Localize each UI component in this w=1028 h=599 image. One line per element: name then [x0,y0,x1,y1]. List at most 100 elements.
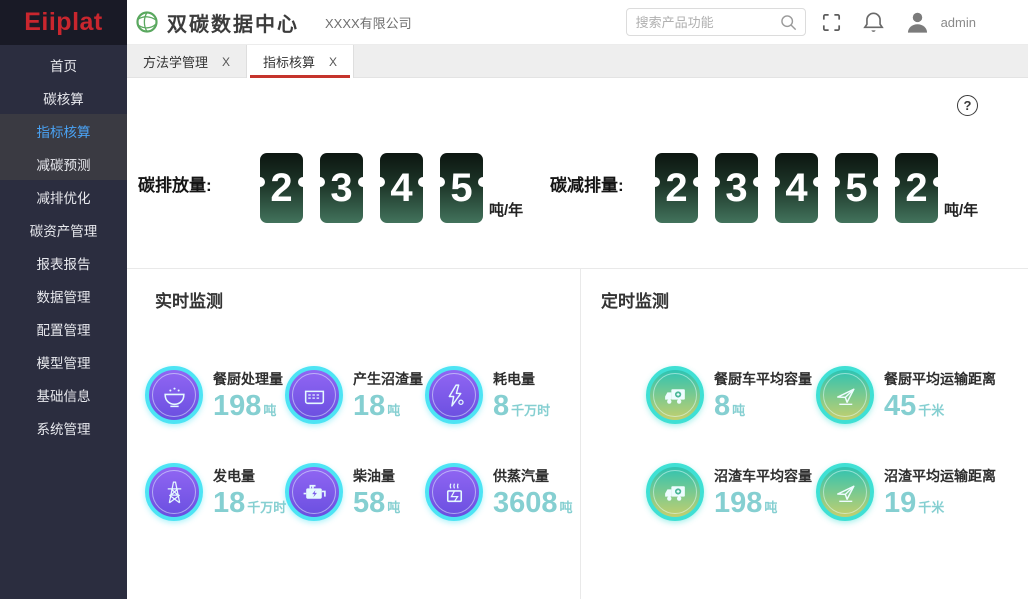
metric-value: 198 [213,390,261,422]
tab-label: 方法学管理 [143,52,208,71]
sidebar-item-home[interactable]: 首页 [0,48,127,81]
metric-steam-supply: 供蒸汽量 3608 吨 [425,463,573,521]
app: Eiiplat 首页 碳核算 指标核算 减碳预测 减排优化 碳资产管理 报表报告… [0,0,1028,599]
metric-unit: 吨 [560,497,573,516]
avatar[interactable] [904,9,931,36]
metric-power-consumption: 耗电量 8 千万时 [425,366,550,424]
sidebar-item-carbon-asset-management[interactable]: 碳资产管理 [0,213,127,246]
sidebar-item-carbon-accounting[interactable]: 碳核算 [0,81,127,114]
metric-kitchen-transport-distance: 餐厨平均运输距离 45 千米 [816,366,996,424]
navigation-icon [816,366,874,424]
tab-methodology-management[interactable]: 方法学管理 X [127,45,247,78]
metric-value: 3608 [493,487,558,519]
sidebar-item-system-management[interactable]: 系统管理 [0,411,127,444]
metric-unit: 吨 [263,400,276,419]
sidebar-item-indicator-accounting[interactable]: 指标核算 [0,114,127,147]
sidebar-item-carbon-reduction-forecast[interactable]: 减碳预测 [0,147,127,180]
sidebar-item-emission-reduction-optimization[interactable]: 减排优化 [0,180,127,213]
panel-scheduled-monitoring: 定时监测 餐厨车平均容量 8 吨 [580,269,1028,599]
metric-power-generation: 发电量 18 千万时 [145,463,286,521]
sidebar-item-basic-info[interactable]: 基础信息 [0,378,127,411]
reduction-counter-label: 碳减排量: [550,176,624,196]
metric-unit: 千万时 [247,497,286,516]
metric-label: 餐厨车平均容量 [714,371,812,388]
sidebar-menu: 首页 碳核算 指标核算 减碳预测 减排优化 碳资产管理 报表报告 数据管理 配置… [0,45,127,444]
tab-close-icon[interactable]: X [222,55,230,69]
panel-title: 实时监测 [155,287,223,312]
navigation-icon [816,463,874,521]
metric-label: 餐厨处理量 [213,371,283,388]
metric-label: 柴油量 [353,468,400,485]
metric-kitchen-processing: 餐厨处理量 198 吨 [145,366,283,424]
sidebar: Eiiplat 首页 碳核算 指标核算 减碳预测 减排优化 碳资产管理 报表报告… [0,0,127,599]
metric-value: 19 [884,487,916,519]
search-input[interactable] [636,15,776,30]
metric-unit: 吨 [732,400,745,419]
metric-unit: 吨 [764,497,777,516]
metric-label: 发电量 [213,468,286,485]
brand-title: 双碳数据中心 [167,8,299,37]
truck-icon [646,366,704,424]
metric-unit: 千万时 [511,400,550,419]
metric-value: 18 [213,487,245,519]
flip-digit: 5 [835,153,878,223]
header: 双碳数据中心 XXXX有限公司 [127,0,1028,45]
flip-digit: 2 [895,153,938,223]
metric-unit: 吨 [387,400,400,419]
metric-unit: 吨 [387,497,400,516]
reduction-counter-digits: 2 3 4 5 2 [655,153,938,223]
panel-title: 定时监测 [601,287,669,312]
username[interactable]: admin [941,15,976,30]
company-name: XXXX有限公司 [325,13,412,32]
sidebar-item-config-management[interactable]: 配置管理 [0,312,127,345]
metric-value: 8 [493,390,509,422]
flip-digit: 3 [715,153,758,223]
metric-unit: 千米 [918,497,944,516]
tab-indicator-accounting[interactable]: 指标核算 X [247,45,354,78]
tab-bar: 方法学管理 X 指标核算 X [127,45,1028,78]
search-box [626,8,806,36]
flip-digit: 3 [320,153,363,223]
fullscreen-icon[interactable] [820,11,843,34]
bell-icon[interactable] [861,10,886,35]
globe-icon [135,10,159,34]
panel-realtime-monitoring: 实时监测 餐厨处理量 198 吨 [127,269,580,599]
help-icon[interactable]: ? [957,95,978,116]
counters-section: ? 碳排放量: 2 3 4 5 吨/年 碳减排量: 2 3 4 5 2 吨/年 [127,78,1028,268]
metric-residue-transport-distance: 沼渣平均运输距离 19 千米 [816,463,996,521]
tab-label: 指标核算 [263,52,315,71]
flip-digit: 4 [380,153,423,223]
metric-label: 沼渣平均运输距离 [884,468,996,485]
flip-digit: 4 [775,153,818,223]
sidebar-item-reports[interactable]: 报表报告 [0,246,127,279]
metric-label: 耗电量 [493,371,550,388]
metric-value: 198 [714,487,762,519]
lightning-icon [425,366,483,424]
metric-residue-truck-capacity: 沼渣车平均容量 198 吨 [646,463,812,521]
metric-kitchen-truck-capacity: 餐厨车平均容量 8 吨 [646,366,812,424]
sidebar-item-model-management[interactable]: 模型管理 [0,345,127,378]
flip-digit: 2 [655,153,698,223]
emission-counter-unit: 吨/年 [489,202,523,220]
flip-digit: 5 [440,153,483,223]
app-logo: Eiiplat [0,0,127,45]
metric-label: 沼渣车平均容量 [714,468,812,485]
tank-icon [285,366,343,424]
emission-counter-digits: 2 3 4 5 [260,153,483,223]
search-icon[interactable] [778,12,799,38]
metric-value: 18 [353,390,385,422]
metric-diesel: 柴油量 58 吨 [285,463,400,521]
reduction-counter-unit: 吨/年 [944,202,978,220]
metric-value: 45 [884,390,916,422]
metric-value: 58 [353,487,385,519]
monitoring-panels: 实时监测 餐厨处理量 198 吨 [127,268,1028,599]
sidebar-submenu-group: 指标核算 减碳预测 [0,114,127,180]
steam-boiler-icon [425,463,483,521]
sidebar-item-data-management[interactable]: 数据管理 [0,279,127,312]
metric-value: 8 [714,390,730,422]
emission-counter-label: 碳排放量: [138,176,212,196]
tab-close-icon[interactable]: X [329,55,337,69]
metric-label: 产生沼渣量 [353,371,423,388]
power-tower-icon [145,463,203,521]
metric-label: 供蒸汽量 [493,468,573,485]
